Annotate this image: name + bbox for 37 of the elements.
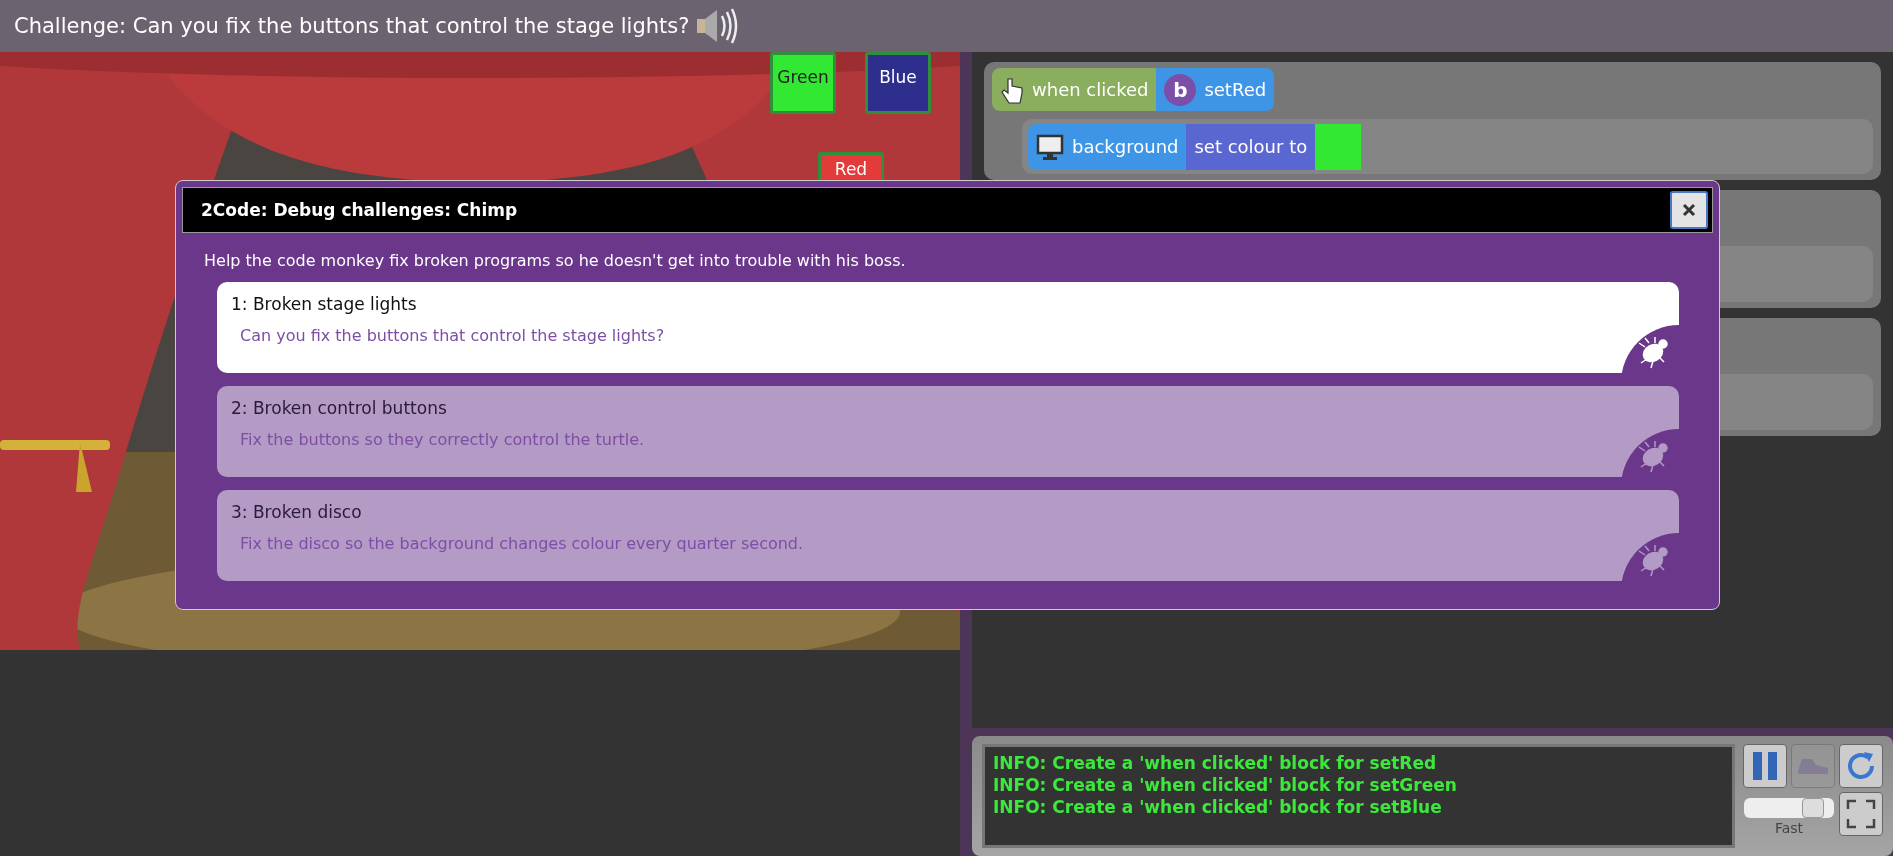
pause-button[interactable]	[1743, 744, 1787, 788]
button-badge: b	[1164, 73, 1197, 106]
fullscreen-icon	[1846, 799, 1876, 829]
dialog-title: 2Code: Debug challenges: Chimp	[201, 200, 518, 220]
close-button[interactable]	[1670, 191, 1708, 229]
challenge-description: Fix the buttons so they correctly control the turtle.	[239, 430, 645, 449]
challenge-description: Fix the disco so the background changes colour every quarter second.	[239, 534, 804, 553]
event-label: when clicked	[1032, 79, 1149, 101]
object-label: background	[1072, 136, 1179, 158]
challenge-title: 3: Broken disco	[231, 502, 362, 522]
stage-light-button[interactable]: Blue	[865, 52, 931, 114]
target-label: setRed	[1204, 79, 1267, 101]
info-message: INFO: Create a 'when clicked' block for setGreen	[993, 775, 1458, 795]
challenge-description: Can you fix the buttons that control the stage lights?	[239, 326, 665, 345]
dialog-intro: Help the code monkey fix broken programs so he doesn't get into trouble with his boss.	[203, 250, 907, 272]
fullscreen-button[interactable]	[1839, 792, 1883, 836]
button-target-block[interactable]: b setRed	[1156, 68, 1275, 112]
speaker-icon[interactable]	[695, 6, 740, 46]
challenge-title: 2: Broken control buttons	[231, 398, 447, 418]
info-message: INFO: Create a 'when clicked' block for setRed	[993, 753, 1438, 773]
stage-light-button[interactable]: Green	[770, 52, 836, 114]
colour-swatch[interactable]	[1315, 123, 1362, 170]
challenge-title: 1: Broken stage lights	[231, 294, 417, 314]
challenge-card[interactable]: 3: Broken disco Fix the disco so the background changes colour every quarter second.	[217, 490, 1679, 581]
monitor-icon	[1036, 132, 1064, 161]
challenge-card[interactable]: 1: Broken stage lights Can you fix the buttons that control the stage lights?	[217, 282, 1679, 373]
pause-icon	[1750, 750, 1780, 782]
speed-label: Fast	[1774, 820, 1804, 836]
close-icon	[1682, 203, 1696, 217]
slider-thumb[interactable]	[1801, 798, 1824, 818]
set-colour-block[interactable]: set colour to	[1186, 123, 1316, 170]
speed-slider[interactable]	[1744, 798, 1834, 818]
challenge-title: Challenge: Can you fix the buttons that control the stage lights?	[14, 14, 690, 38]
info-message: INFO: Create a 'when clicked' block for setBlue	[993, 797, 1443, 817]
restart-button[interactable]	[1839, 744, 1883, 788]
bug-icon	[1619, 531, 1679, 581]
challenge-card[interactable]: 2: Broken control buttons Fix the buttons so they correctly control the turtle.	[217, 386, 1679, 477]
